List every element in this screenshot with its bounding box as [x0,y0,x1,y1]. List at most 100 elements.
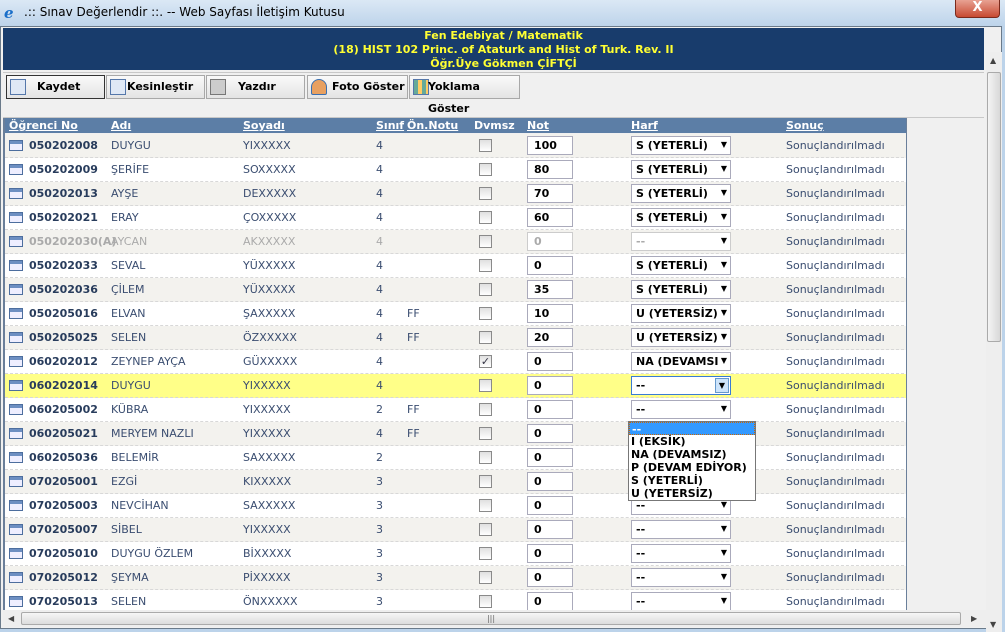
column-class[interactable]: Sınıf [376,119,404,132]
details-icon[interactable] [9,236,23,247]
show-attendance-button[interactable]: Yoklama Göster [409,75,520,115]
show-photo-button[interactable]: Foto Göster [307,75,408,99]
absent-checkbox[interactable] [479,163,492,176]
letter-grade-select[interactable]: -- ▼ [631,592,731,611]
absent-checkbox[interactable] [479,211,492,224]
scroll-down-icon[interactable]: ▼ [990,620,996,629]
close-button[interactable]: X [955,0,1000,18]
scroll-left-icon[interactable]: ◀ [8,614,14,623]
absent-checkbox[interactable] [479,571,492,584]
grade-input[interactable]: 0 [527,424,573,443]
details-icon[interactable] [9,308,23,319]
details-icon[interactable] [9,212,23,223]
dropdown-option[interactable]: S (YETERLİ) [629,474,755,487]
column-grade[interactable]: Not [527,119,549,132]
horizontal-scrollbar[interactable]: ◀ ||| ▶ [3,610,986,627]
absent-checkbox[interactable] [479,475,492,488]
grade-input[interactable]: 0 [527,448,573,467]
letter-grade-select[interactable]: -- ▼ [631,376,731,395]
grade-input[interactable]: 20 [527,328,573,347]
details-icon[interactable] [9,524,23,535]
letter-grade-select[interactable]: -- ▼ [631,520,731,539]
details-icon[interactable] [9,164,23,175]
details-icon[interactable] [9,452,23,463]
absent-checkbox[interactable] [479,139,492,152]
grade-input[interactable]: 0 [527,544,573,563]
grade-input[interactable]: 100 [527,136,573,155]
absent-checkbox[interactable] [479,427,492,440]
dropdown-option[interactable]: NA (DEVAMSIZ) [629,448,755,461]
absent-checkbox[interactable] [479,523,492,536]
dropdown-option[interactable]: I (EKSİK) [629,435,755,448]
letter-grade-dropdown-list[interactable]: -- I (EKSİK) NA (DEVAMSIZ) P (DEVAM EDİYOR)… [628,421,756,501]
grade-input[interactable]: 0 [527,592,573,611]
details-icon[interactable] [9,476,23,487]
absent-checkbox[interactable] [479,595,492,608]
letter-grade-select[interactable]: S (YETERLİ) ▼ [631,136,731,155]
letter-grade-select[interactable]: U (YETERSİZ) ▼ [631,328,731,347]
chevron-down-icon[interactable]: ▼ [721,404,727,413]
chevron-down-icon[interactable]: ▼ [721,596,727,605]
absent-checkbox[interactable] [479,379,492,392]
column-result[interactable]: Sonuç [786,119,824,132]
grade-input[interactable]: 0 [527,232,573,251]
details-icon[interactable] [9,380,23,391]
letter-grade-select[interactable]: S (YETERLİ) ▼ [631,184,731,203]
absent-checkbox[interactable] [479,307,492,320]
grade-input[interactable]: 0 [527,472,573,491]
grade-input[interactable]: 35 [527,280,573,299]
details-icon[interactable] [9,404,23,415]
print-button[interactable]: Yazdır [206,75,305,99]
grade-input[interactable]: 80 [527,160,573,179]
column-surname[interactable]: Soyadı [243,119,285,132]
column-pre-grade[interactable]: Ön.Notu [407,119,458,132]
absent-checkbox[interactable] [479,235,492,248]
details-icon[interactable] [9,500,23,511]
grade-input[interactable]: 0 [527,400,573,419]
letter-grade-select[interactable]: S (YETERLİ) ▼ [631,160,731,179]
chevron-down-icon[interactable]: ▼ [721,212,727,221]
save-button[interactable]: Kaydet [6,75,105,99]
chevron-down-icon[interactable]: ▼ [721,356,727,365]
scroll-up-icon[interactable]: ▲ [990,56,996,65]
horizontal-scroll-thumb[interactable]: ||| [21,612,961,625]
chevron-down-icon[interactable]: ▼ [721,260,727,269]
details-icon[interactable] [9,260,23,271]
letter-grade-select[interactable]: -- ▼ [631,568,731,587]
chevron-down-icon[interactable]: ▼ [721,308,727,317]
absent-checkbox[interactable]: ✓ [479,355,492,368]
finalize-button[interactable]: Kesinleştir [106,75,205,99]
chevron-down-icon[interactable]: ▼ [721,548,727,557]
dropdown-option[interactable]: P (DEVAM EDİYOR) [629,461,755,474]
details-icon[interactable] [9,356,23,367]
chevron-down-icon[interactable]: ▼ [721,164,727,173]
absent-checkbox[interactable] [479,331,492,344]
letter-grade-select[interactable]: S (YETERLİ) ▼ [631,280,731,299]
chevron-down-icon[interactable]: ▼ [721,524,727,533]
letter-grade-select[interactable]: U (YETERSİZ) ▼ [631,304,731,323]
letter-grade-select[interactable]: -- ▼ [631,400,731,419]
column-name[interactable]: Adı [111,119,131,132]
grade-input[interactable]: 60 [527,208,573,227]
details-icon[interactable] [9,140,23,151]
absent-checkbox[interactable] [479,259,492,272]
vertical-scrollbar[interactable]: ▲ ▼ [986,52,1002,632]
absent-checkbox[interactable] [479,403,492,416]
absent-checkbox[interactable] [479,547,492,560]
dropdown-option[interactable]: -- [629,422,755,436]
details-icon[interactable] [9,428,23,439]
column-student-no[interactable]: Öğrenci No [9,119,78,132]
absent-checkbox[interactable] [479,283,492,296]
details-icon[interactable] [9,548,23,559]
letter-grade-select[interactable]: -- ▼ [631,232,731,251]
letter-grade-select[interactable]: -- ▼ [631,544,731,563]
dropdown-option[interactable]: U (YETERSİZ) [629,487,755,500]
letter-grade-select[interactable]: NA (DEVAMSI ▼ [631,352,731,371]
grade-input[interactable]: 0 [527,256,573,275]
chevron-down-icon[interactable]: ▼ [721,140,727,149]
chevron-down-icon[interactable]: ▼ [721,236,727,245]
grade-input[interactable]: 0 [527,520,573,539]
letter-grade-select[interactable]: S (YETERLİ) ▼ [631,256,731,275]
details-icon[interactable] [9,332,23,343]
chevron-down-icon[interactable]: ▼ [715,378,729,393]
